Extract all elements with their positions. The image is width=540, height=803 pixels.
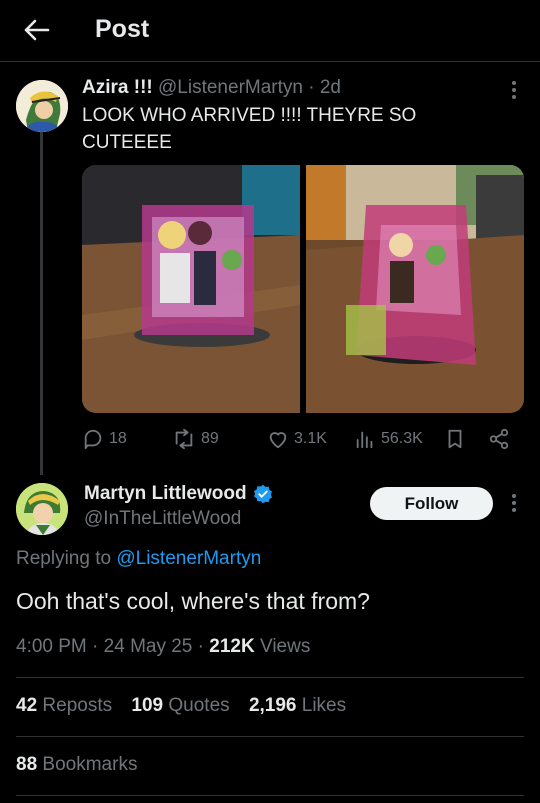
like-button[interactable]: 3.1K <box>267 428 327 450</box>
likes-label: Likes <box>301 695 347 716</box>
divider <box>16 677 524 678</box>
avatar[interactable] <box>16 80 68 132</box>
media-photo[interactable] <box>306 165 524 413</box>
more-options-icon[interactable] <box>502 78 526 102</box>
replying-to-label: Replying to <box>16 548 112 569</box>
tweet-media <box>82 165 524 413</box>
bookmark-button[interactable] <box>445 428 465 450</box>
separator-dot: · <box>92 636 99 657</box>
bookmark-icon <box>448 429 462 449</box>
share-icon <box>489 428 509 450</box>
bookmarks-stat[interactable]: 88 Bookmarks <box>16 754 137 776</box>
quotes-count: 109 <box>131 695 164 716</box>
reply-icon <box>84 429 102 450</box>
engagement-stats: 42 Reposts 109 Quotes 2,196 Likes <box>16 695 360 717</box>
likes-count: 2,196 <box>248 695 297 716</box>
more-options-icon[interactable] <box>502 491 526 515</box>
follow-button[interactable]: Follow <box>370 487 493 520</box>
replying-to-mention[interactable]: @ListenerMartyn <box>116 548 261 569</box>
replying-to-line: Replying to @ListenerMartyn <box>16 548 261 570</box>
reposts-stat[interactable]: 42 Reposts <box>16 695 112 716</box>
share-button[interactable] <box>488 428 510 450</box>
thread-connector <box>40 130 43 475</box>
media-photo[interactable] <box>82 165 300 413</box>
reply-count: 18 <box>109 430 127 447</box>
views-count: 56.3K <box>381 430 423 447</box>
tweet-date[interactable]: 24 May 25 <box>104 636 193 657</box>
quotes-label: Quotes <box>168 695 230 716</box>
back-arrow-icon[interactable] <box>18 13 56 47</box>
divider <box>16 736 524 737</box>
repost-icon <box>175 428 193 450</box>
author-name-row: Martyn Littlewood <box>84 483 273 505</box>
tweet-time[interactable]: 4:00 PM <box>16 636 87 657</box>
views-label: Views <box>259 636 311 657</box>
top-bar: Post <box>0 0 540 62</box>
verified-badge-icon <box>253 484 272 504</box>
tweet-timestamp[interactable]: 2d <box>320 77 341 98</box>
separator-dot: · <box>197 636 204 657</box>
reply-button[interactable]: 18 <box>82 428 127 450</box>
views-count: 212K <box>209 636 255 657</box>
quotes-stat[interactable]: 109 Quotes <box>131 695 229 716</box>
tweet-text: Ooh that's cool, where's that from? <box>16 588 370 614</box>
author-handle[interactable]: @ListenerMartyn <box>158 77 303 98</box>
bookmarks-label: Bookmarks <box>42 754 138 775</box>
separator-dot: · <box>308 77 315 98</box>
likes-stat[interactable]: 2,196 Likes <box>249 695 346 716</box>
views-chart-icon <box>356 431 373 449</box>
author-name[interactable]: Martyn Littlewood <box>84 483 247 505</box>
page-title: Post <box>95 15 150 43</box>
views-button[interactable]: 56.3K <box>354 428 423 450</box>
author-handle[interactable]: @InTheLittleWood <box>84 508 241 530</box>
tweet-author-line: Azira !!! @ListenerMartyn · 2d <box>82 77 341 99</box>
tweet-actions: 18 89 3.1K 56.3K <box>82 425 522 455</box>
bookmarks-count: 88 <box>16 754 38 775</box>
tweet-meta: 4:00 PM · 24 May 25 · 212K Views <box>16 636 310 658</box>
reposts-count: 42 <box>16 695 38 716</box>
divider <box>16 795 524 796</box>
author-name[interactable]: Azira !!! <box>82 77 153 98</box>
heart-icon <box>269 432 287 449</box>
tweet-text: LOOK WHO ARRIVED !!!! THEYRE SO CUTEEEE <box>82 105 417 153</box>
avatar[interactable] <box>16 483 68 535</box>
like-count: 3.1K <box>294 430 327 447</box>
reposts-label: Reposts <box>42 695 113 716</box>
repost-count: 89 <box>201 430 219 447</box>
repost-button[interactable]: 89 <box>172 428 219 450</box>
